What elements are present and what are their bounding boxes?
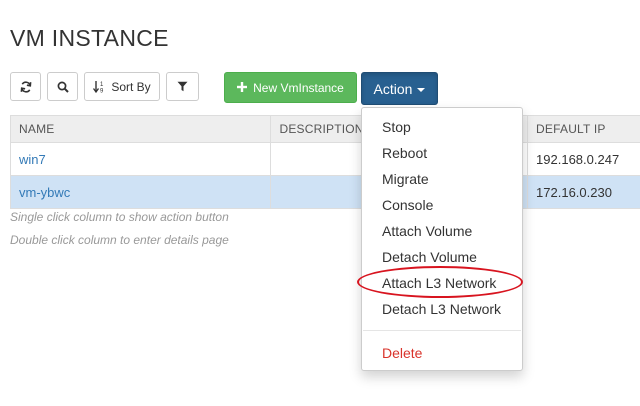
- refresh-icon: [20, 80, 32, 93]
- new-vminstance-label: New VmInstance: [253, 80, 344, 95]
- menu-item-stop[interactable]: Stop: [382, 119, 411, 135]
- plus-icon: [237, 81, 248, 95]
- cell-name[interactable]: vm-ybwc: [9, 175, 272, 209]
- cell-default-ip[interactable]: 192.168.0.247: [527, 142, 640, 176]
- action-dropdown-menu: Stop Reboot Migrate Console Attach Volum…: [361, 107, 523, 371]
- menu-item-reboot[interactable]: Reboot: [382, 145, 427, 161]
- menu-item-delete[interactable]: Delete: [382, 345, 422, 361]
- highlight-annotation-ring: [357, 266, 523, 298]
- menu-item-migrate[interactable]: Migrate: [382, 171, 429, 187]
- menu-divider: [363, 330, 521, 331]
- cell-name[interactable]: win7: [9, 142, 272, 176]
- new-vminstance-button[interactable]: New VmInstance: [224, 72, 357, 103]
- sort-by-button[interactable]: 1 9 Sort By: [84, 72, 160, 101]
- svg-text:1: 1: [100, 82, 104, 88]
- cell-default-ip[interactable]: 172.16.0.230: [527, 175, 640, 209]
- hint-single-click: Single click column to show action butto…: [10, 210, 229, 224]
- vm-name-link[interactable]: win7: [19, 152, 46, 167]
- vm-instance-table: NAME DESCRIPTION DEFAULT IP win7 192.168…: [9, 115, 640, 209]
- table-header-row: NAME DESCRIPTION DEFAULT IP: [9, 115, 640, 143]
- filter-icon: [177, 81, 188, 92]
- svg-text:9: 9: [100, 89, 104, 94]
- column-header-default-ip[interactable]: DEFAULT IP: [527, 115, 640, 143]
- sort-by-label: Sort By: [111, 79, 151, 94]
- menu-item-console[interactable]: Console: [382, 197, 433, 213]
- action-dropdown-button[interactable]: Action: [361, 72, 438, 105]
- caret-down-icon: [417, 87, 426, 92]
- action-label: Action: [373, 80, 413, 97]
- menu-item-detach-volume[interactable]: Detach Volume: [382, 249, 477, 265]
- hint-double-click: Double click column to enter details pag…: [10, 233, 229, 247]
- search-button[interactable]: [47, 72, 78, 101]
- sort-numeric-icon: 1 9: [93, 80, 107, 93]
- search-icon: [57, 81, 69, 93]
- column-header-name[interactable]: NAME: [9, 115, 272, 143]
- vm-name-link[interactable]: vm-ybwc: [19, 185, 70, 200]
- table-row[interactable]: vm-ybwc 172.16.0.230: [9, 175, 640, 209]
- menu-item-detach-l3-network[interactable]: Detach L3 Network: [382, 301, 501, 317]
- filter-button[interactable]: [166, 72, 199, 101]
- refresh-button[interactable]: [10, 72, 41, 101]
- table-row[interactable]: win7 192.168.0.247: [9, 142, 640, 176]
- page-title: VM INSTANCE: [10, 25, 169, 51]
- menu-item-attach-volume[interactable]: Attach Volume: [382, 223, 472, 239]
